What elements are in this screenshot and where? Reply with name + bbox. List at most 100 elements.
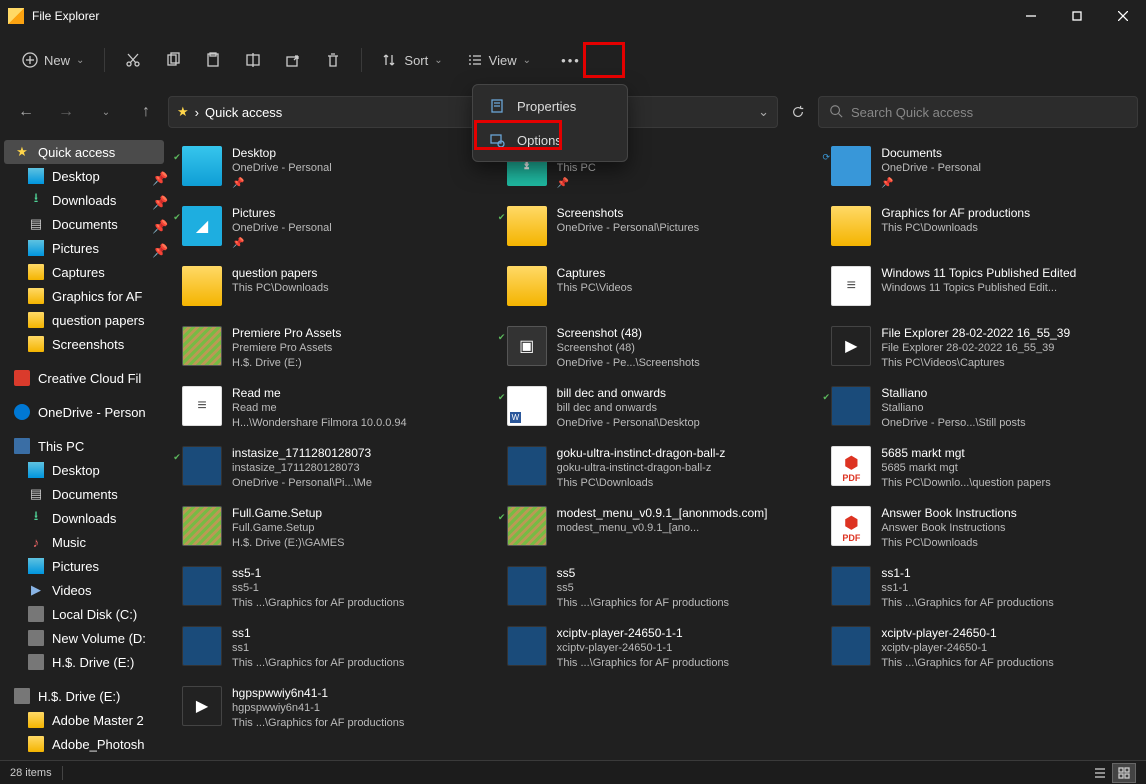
share-button[interactable] bbox=[275, 42, 311, 78]
navigation-pane[interactable]: ★Quick accessDesktop📌⭳Downloads📌▤Documen… bbox=[0, 136, 168, 760]
pin-icon: 📌 bbox=[152, 195, 162, 205]
file-item[interactable]: Captures This PC\Videos bbox=[505, 264, 810, 322]
rename-button[interactable] bbox=[235, 42, 271, 78]
close-button[interactable] bbox=[1100, 0, 1146, 32]
delete-button[interactable] bbox=[315, 42, 351, 78]
sidebar-item[interactable]: ♪Music bbox=[0, 530, 168, 554]
file-item[interactable]: ✔ modest_menu_v0.9.1_[anonmods.com] mode… bbox=[505, 504, 810, 562]
file-item[interactable]: ss5 ss5 This ...\Graphics for AF product… bbox=[505, 564, 810, 622]
sidebar-item[interactable]: Screenshots bbox=[0, 332, 168, 356]
file-item[interactable]: Full.Game.Setup Full.Game.Setup H.$. Dri… bbox=[180, 504, 485, 562]
image-thumbnail-icon bbox=[182, 626, 222, 666]
sidebar-item[interactable]: Pictures📌 bbox=[0, 236, 168, 260]
file-item[interactable]: ⬢PDF Answer Book Instructions Answer Boo… bbox=[829, 504, 1134, 562]
search-box[interactable]: Search Quick access bbox=[818, 96, 1138, 128]
file-path: This PC\Videos\Captures bbox=[881, 356, 1070, 371]
sidebar-item[interactable]: Adobe Master 2 bbox=[0, 708, 168, 732]
file-item[interactable]: ✔ instasize_1711280128073 instasize_1711… bbox=[180, 444, 485, 502]
archive-file-icon bbox=[182, 326, 222, 366]
sidebar-item[interactable]: Local Disk (C:) bbox=[0, 602, 168, 626]
file-item[interactable]: ⬢PDF 5685 markt mgt 5685 markt mgt This … bbox=[829, 444, 1134, 502]
sidebar-item[interactable]: ▶Videos bbox=[0, 578, 168, 602]
sidebar-item[interactable]: Adobe_Photosh bbox=[0, 732, 168, 756]
file-item[interactable]: ss5-1 ss5-1 This ...\Graphics for AF pro… bbox=[180, 564, 485, 622]
file-subtitle: OneDrive - Personal bbox=[232, 221, 332, 236]
refresh-button[interactable] bbox=[782, 96, 814, 128]
pin-icon: 📌 bbox=[152, 243, 162, 253]
up-button[interactable]: ↑ bbox=[128, 94, 164, 130]
properties-item[interactable]: Properties bbox=[477, 89, 623, 123]
more-dropdown: Properties Options bbox=[472, 84, 628, 162]
file-item[interactable]: ✔ ◢ Pictures OneDrive - Personal 📌 bbox=[180, 204, 485, 262]
file-item[interactable]: ss1-1 ss1-1 This ...\Graphics for AF pro… bbox=[829, 564, 1134, 622]
sidebar-this-pc[interactable]: This PC bbox=[0, 434, 168, 458]
sidebar-item[interactable]: ▤Documents📌 bbox=[0, 212, 168, 236]
sidebar-item[interactable]: H.$. Drive (E:) bbox=[0, 650, 168, 674]
file-item[interactable]: xciptv-player-24650-1 xciptv-player-2465… bbox=[829, 624, 1134, 682]
maximize-button[interactable] bbox=[1054, 0, 1100, 32]
file-item[interactable]: ✔ W bill dec and onwards bill dec and on… bbox=[505, 384, 810, 442]
sidebar-external-drive[interactable]: H.$. Drive (E:) bbox=[0, 684, 168, 708]
more-button[interactable]: ••• bbox=[553, 42, 589, 78]
chevron-down-icon: ⌄ bbox=[76, 55, 84, 66]
view-button[interactable]: View ⌄ bbox=[457, 42, 541, 78]
sidebar-item[interactable]: question papers bbox=[0, 308, 168, 332]
paste-button[interactable] bbox=[195, 42, 231, 78]
file-text: ss1 ss1 This ...\Graphics for AF product… bbox=[232, 626, 404, 671]
options-item[interactable]: Options bbox=[477, 123, 623, 157]
file-subtitle: OneDrive - Personal\Pictures bbox=[557, 221, 699, 236]
file-item[interactable]: xciptv-player-24650-1-1 xciptv-player-24… bbox=[505, 624, 810, 682]
copy-button[interactable] bbox=[155, 42, 191, 78]
sidebar-item[interactable]: Graphics for AF bbox=[0, 284, 168, 308]
file-path: H.$. Drive (E:)\GAMES bbox=[232, 536, 344, 551]
sidebar-item[interactable]: Desktop📌 bbox=[0, 164, 168, 188]
recent-button[interactable]: ⌄ bbox=[88, 94, 124, 130]
sidebar-item[interactable]: Desktop bbox=[0, 458, 168, 482]
sidebar-item-label: Downloads bbox=[52, 511, 168, 526]
sidebar-item[interactable]: Captures bbox=[0, 260, 168, 284]
properties-icon bbox=[489, 98, 505, 114]
new-button[interactable]: New ⌄ bbox=[12, 42, 94, 78]
file-item[interactable]: Graphics for AF productions This PC\Down… bbox=[829, 204, 1134, 262]
file-subtitle: Windows 11 Topics Published Edit... bbox=[881, 281, 1076, 296]
file-item[interactable]: ✔ Desktop OneDrive - Personal 📌 bbox=[180, 144, 485, 202]
cut-button[interactable] bbox=[115, 42, 151, 78]
file-item[interactable]: ▶ hgpspwwiy6n41-1 hgpspwwiy6n41-1 This .… bbox=[180, 684, 485, 742]
forward-button[interactable]: → bbox=[48, 94, 84, 130]
file-list[interactable]: ✔ Desktop OneDrive - Personal 📌 ⭳ Downlo… bbox=[168, 136, 1146, 760]
file-item[interactable]: goku-ultra-instinct-dragon-ball-z goku-u… bbox=[505, 444, 810, 502]
file-name: Stalliano bbox=[881, 386, 1025, 401]
file-text: ss5 ss5 This ...\Graphics for AF product… bbox=[557, 566, 729, 611]
file-text: hgpspwwiy6n41-1 hgpspwwiy6n41-1 This ...… bbox=[232, 686, 404, 731]
details-view-button[interactable] bbox=[1088, 763, 1112, 783]
file-name: Pictures bbox=[232, 206, 332, 221]
tiles-view-button[interactable] bbox=[1112, 763, 1136, 783]
sidebar-item[interactable]: Pictures bbox=[0, 554, 168, 578]
file-item[interactable]: ▶ File Explorer 28-02-2022 16_55_39 File… bbox=[829, 324, 1134, 382]
sort-button[interactable]: Sort ⌄ bbox=[372, 42, 452, 78]
sidebar-onedrive[interactable]: OneDrive - Person bbox=[0, 400, 168, 424]
file-item[interactable]: ✔ ▣ Screenshot (48) Screenshot (48) OneD… bbox=[505, 324, 810, 382]
file-item[interactable]: ✔ Stalliano Stalliano OneDrive - Perso..… bbox=[829, 384, 1134, 442]
file-name: Premiere Pro Assets bbox=[232, 326, 341, 341]
file-text: bill dec and onwards bill dec and onward… bbox=[557, 386, 700, 431]
file-text: ss5-1 ss5-1 This ...\Graphics for AF pro… bbox=[232, 566, 404, 611]
back-button[interactable]: ← bbox=[8, 94, 44, 130]
file-item[interactable]: ≡ Read me Read me H...\Wondershare Filmo… bbox=[180, 384, 485, 442]
file-name: question papers bbox=[232, 266, 329, 281]
file-item[interactable]: ≡ Windows 11 Topics Published Edited Win… bbox=[829, 264, 1134, 322]
sidebar-creative-cloud[interactable]: Creative Cloud Fil bbox=[0, 366, 168, 390]
file-item[interactable]: question papers This PC\Downloads bbox=[180, 264, 485, 322]
sidebar-item[interactable]: ⭳Downloads📌 bbox=[0, 188, 168, 212]
sidebar-item[interactable]: New Volume (D: bbox=[0, 626, 168, 650]
minimize-button[interactable] bbox=[1008, 0, 1054, 32]
file-item[interactable]: ⟳ Documents OneDrive - Personal 📌 bbox=[829, 144, 1134, 202]
file-item[interactable]: ss1 ss1 This ...\Graphics for AF product… bbox=[180, 624, 485, 682]
chevron-down-icon[interactable]: ⌄ bbox=[758, 104, 769, 120]
file-item[interactable]: Premiere Pro Assets Premiere Pro Assets … bbox=[180, 324, 485, 382]
sidebar-quick-access[interactable]: ★Quick access bbox=[4, 140, 164, 164]
sort-label: Sort bbox=[404, 53, 428, 68]
sidebar-item[interactable]: ▤Documents bbox=[0, 482, 168, 506]
sidebar-item[interactable]: ⭳Downloads bbox=[0, 506, 168, 530]
file-item[interactable]: ✔ Screenshots OneDrive - Personal\Pictur… bbox=[505, 204, 810, 262]
